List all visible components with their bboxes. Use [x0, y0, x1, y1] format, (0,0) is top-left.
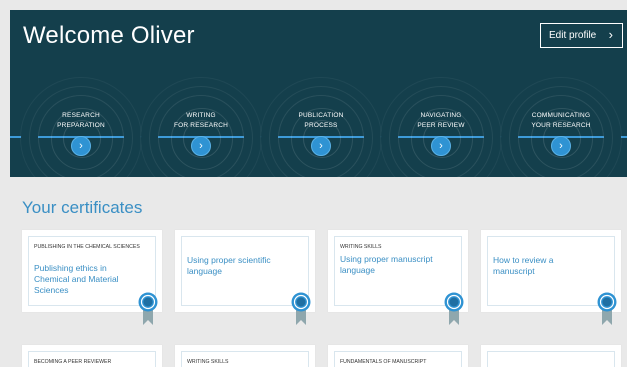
certificate-frame: PUBLISHING IN THE CHEMICAL SCIENCES Publ… [28, 236, 156, 306]
certificate-frame: How to review a manuscript [487, 236, 615, 306]
award-ribbon-icon [291, 292, 311, 325]
certificate-frame: FUNDAMENTALS OF MANUSCRIPT [334, 351, 462, 367]
chevron-right-icon: › [608, 27, 613, 42]
certificate-frame [487, 351, 615, 367]
certificate-frame: WRITING SKILLS [181, 351, 309, 367]
certificate-card[interactable]: WRITING SKILLS Using proper manuscript l… [328, 230, 468, 325]
certificate-category: FUNDAMENTALS OF MANUSCRIPT [340, 359, 427, 365]
stage-label: PUBLICATION PROCESS [298, 112, 344, 129]
stage-label: COMMUNICATING YOUR RESEARCH [531, 112, 591, 129]
arrow-right-icon[interactable]: › [191, 136, 211, 156]
certificate-card[interactable]: Using proper scientific language [175, 230, 315, 325]
welcome-heading: Welcome Oliver [23, 22, 195, 49]
award-ribbon-icon [138, 292, 158, 325]
certificate-category: WRITING SKILLS [340, 244, 382, 250]
certificate-card[interactable]: FUNDAMENTALS OF MANUSCRIPT [328, 345, 468, 367]
certificate-frame: BECOMING A PEER REVIEWER [28, 351, 156, 367]
certificate-category: BECOMING A PEER REVIEWER [34, 359, 112, 365]
stage-label: WRITING FOR RESEARCH [173, 112, 229, 129]
arrow-right-icon[interactable]: › [551, 136, 571, 156]
certificate-title: How to review a manuscript [493, 255, 554, 276]
certificate-title: Using proper manuscript language [340, 254, 433, 275]
certificate-card[interactable] [481, 345, 621, 367]
stage-research-preparation[interactable]: RESEARCH PREPARATION › [21, 74, 141, 177]
edit-profile-label: Edit profile [549, 30, 597, 41]
edit-profile-button[interactable]: Edit profile › [540, 23, 623, 48]
award-ribbon-icon [444, 292, 464, 325]
arrow-right-icon[interactable]: › [431, 136, 451, 156]
certificate-card[interactable]: BECOMING A PEER REVIEWER [22, 345, 162, 367]
award-ribbon-icon [597, 292, 617, 325]
certificates-heading: Your certificates [22, 198, 143, 217]
arrow-right-icon[interactable]: › [71, 136, 91, 156]
certificate-card[interactable]: PUBLISHING IN THE CHEMICAL SCIENCES Publ… [22, 230, 162, 325]
certificate-title: Using proper scientific language [187, 255, 271, 276]
arrow-right-icon[interactable]: › [311, 136, 331, 156]
stage-writing-for-research[interactable]: WRITING FOR RESEARCH › [141, 74, 261, 177]
certificate-category: PUBLISHING IN THE CHEMICAL SCIENCES [34, 244, 140, 250]
certificate-card[interactable]: WRITING SKILLS [175, 345, 315, 367]
stage-communicating-your-research[interactable]: COMMUNICATING YOUR RESEARCH › [501, 74, 621, 177]
certificate-frame: WRITING SKILLS Using proper manuscript l… [334, 236, 462, 306]
hero-banner: Welcome Oliver Edit profile › RESEARCH PR… [10, 10, 627, 177]
certificate-title: Publishing ethics in Chemical and Materi… [34, 263, 119, 295]
stage-navigating-peer-review[interactable]: NAVIGATING PEER REVIEW › [381, 74, 501, 177]
certificate-category: WRITING SKILLS [187, 359, 229, 365]
certificate-frame: Using proper scientific language [181, 236, 309, 306]
stage-publication-process[interactable]: PUBLICATION PROCESS › [261, 74, 381, 177]
stage-label: NAVIGATING PEER REVIEW [417, 112, 465, 129]
certificate-card[interactable]: How to review a manuscript [481, 230, 621, 325]
stage-label: RESEARCH PREPARATION [57, 112, 105, 129]
